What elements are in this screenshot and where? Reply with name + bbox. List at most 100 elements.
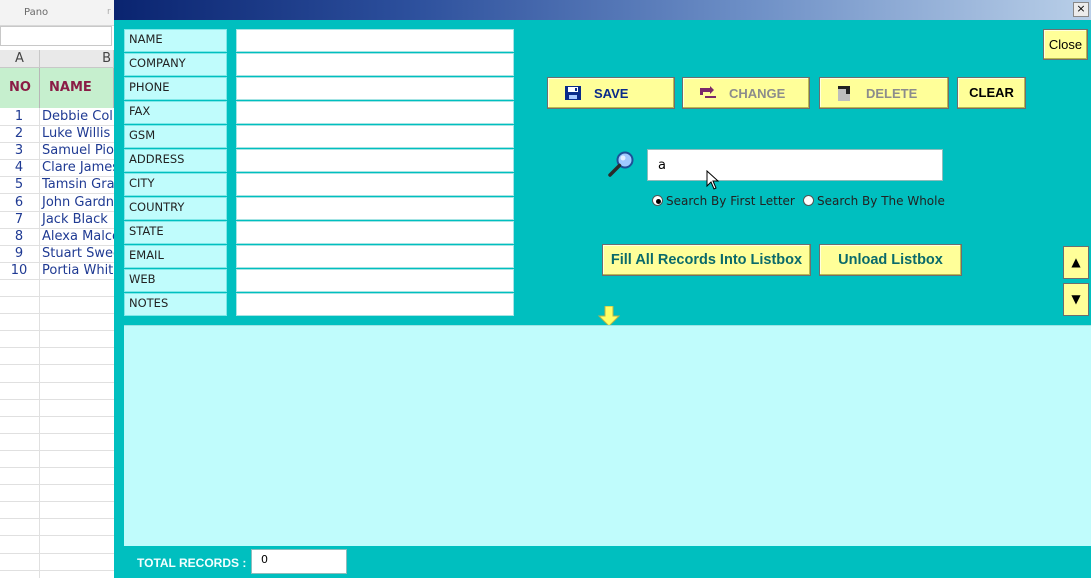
column-header-b[interactable]: B <box>40 50 114 68</box>
spin-down-button[interactable]: ▼ <box>1063 283 1089 316</box>
change-label: CHANGE <box>729 86 786 101</box>
down-arrow-icon <box>598 306 620 326</box>
excel-empty-row[interactable] <box>0 519 114 537</box>
excel-cell-no[interactable]: 7 <box>0 212 38 227</box>
excel-cell-name[interactable]: Samuel Pior <box>42 143 119 158</box>
radio-search-whole[interactable]: Search By The Whole <box>803 194 945 210</box>
excel-empty-row[interactable] <box>0 297 114 315</box>
search-input[interactable]: a <box>647 149 943 181</box>
radio-label-whole: Search By The Whole <box>817 194 945 208</box>
title-bar[interactable]: × <box>114 0 1091 20</box>
excel-row[interactable]: 4 Clare James <box>0 160 119 178</box>
ribbon-mark: r <box>107 7 111 17</box>
field-input-city[interactable] <box>236 173 514 196</box>
excel-cell-no[interactable]: 10 <box>0 263 38 278</box>
window-close-button[interactable]: × <box>1073 2 1089 17</box>
excel-empty-row[interactable] <box>0 485 114 503</box>
excel-row[interactable]: 10 Portia White <box>0 263 121 280</box>
excel-row[interactable]: 1 Debbie Colle <box>0 109 125 126</box>
excel-row[interactable]: 6 John Gardne <box>0 195 122 212</box>
excel-empty-row[interactable] <box>0 417 114 434</box>
field-input-web[interactable] <box>236 269 514 292</box>
magnifier-icon <box>608 151 634 177</box>
save-label: SAVE <box>594 86 629 101</box>
excel-cell-no[interactable]: 4 <box>0 160 38 175</box>
excel-row[interactable]: 5 Tamsin Grac <box>0 177 122 195</box>
excel-cell-name[interactable]: Tamsin Grac <box>42 177 122 192</box>
field-label-gsm: GSM <box>124 125 227 148</box>
field-label-country: COUNTRY <box>124 197 227 220</box>
excel-empty-row[interactable] <box>0 502 114 520</box>
field-input-state[interactable] <box>236 221 514 244</box>
radio-search-first-letter[interactable]: Search By First Letter <box>652 194 795 210</box>
field-input-gsm[interactable] <box>236 125 514 148</box>
field-input-name[interactable] <box>236 29 514 52</box>
save-button[interactable]: SAVE <box>547 77 675 109</box>
excel-sheet: Pano r A B NO NAME 1 Debbie Colle 2 Luke Wi… <box>0 0 125 578</box>
userform-window: × NAME COMPANY PHONE FAX GSM ADDRESS CITY COUNT… <box>114 0 1091 578</box>
excel-row[interactable]: 9 Stuart Swee <box>0 246 121 263</box>
excel-empty-row[interactable] <box>0 571 114 578</box>
excel-empty-row[interactable] <box>0 451 114 468</box>
excel-empty-row[interactable] <box>0 434 114 451</box>
change-button[interactable]: CHANGE <box>682 77 810 109</box>
header-cell-name[interactable]: NAME <box>40 68 114 108</box>
field-input-phone[interactable] <box>236 77 514 100</box>
excel-empty-row[interactable] <box>0 280 114 297</box>
total-records-label: TOTAL RECORDS : <box>137 556 247 570</box>
close-button[interactable]: Close <box>1043 29 1088 60</box>
excel-cell-no[interactable]: 5 <box>0 177 38 192</box>
floppy-icon <box>565 86 581 100</box>
excel-cell-name[interactable]: Jack Black <box>42 212 108 227</box>
excel-cell-no[interactable]: 3 <box>0 143 38 158</box>
field-input-fax[interactable] <box>236 101 514 124</box>
field-label-web: WEB <box>124 269 227 292</box>
field-label-state: STATE <box>124 221 227 244</box>
clear-button[interactable]: CLEAR <box>957 77 1026 109</box>
excel-empty-row[interactable] <box>0 331 114 349</box>
excel-empty-row[interactable] <box>0 366 114 383</box>
column-header-a[interactable]: A <box>0 50 40 68</box>
fill-listbox-button[interactable]: Fill All Records Into Listbox <box>602 244 811 276</box>
excel-empty-row[interactable] <box>0 348 114 366</box>
excel-cell-name[interactable]: John Gardne <box>42 195 122 210</box>
excel-empty-row[interactable] <box>0 400 114 417</box>
excel-cell-no[interactable]: 9 <box>0 246 38 261</box>
excel-cell-name[interactable]: Clare James <box>42 160 119 175</box>
records-listbox[interactable] <box>124 325 1091 546</box>
excel-row[interactable]: 8 Alexa Malco <box>0 229 120 246</box>
field-input-email[interactable] <box>236 245 514 268</box>
excel-cell-no[interactable]: 6 <box>0 195 38 210</box>
excel-cell-name[interactable]: Stuart Swee <box>42 246 121 261</box>
spin-up-button[interactable]: ▲ <box>1063 246 1089 279</box>
field-label-address: ADDRESS <box>124 149 227 172</box>
excel-cell-no[interactable]: 1 <box>0 109 38 124</box>
excel-empty-row[interactable] <box>0 537 114 554</box>
field-input-country[interactable] <box>236 197 514 220</box>
excel-cell-name[interactable]: Alexa Malco <box>42 229 120 244</box>
excel-cell-name[interactable]: Portia White <box>42 263 121 278</box>
field-input-notes[interactable] <box>236 293 514 316</box>
field-label-company: COMPANY <box>124 53 227 76</box>
excel-empty-row[interactable] <box>0 314 114 332</box>
excel-empty-row[interactable] <box>0 468 114 486</box>
field-input-address[interactable] <box>236 149 514 172</box>
excel-cell-name[interactable]: Debbie Colle <box>42 109 125 124</box>
trash-icon <box>838 86 850 101</box>
unload-listbox-button[interactable]: Unload Listbox <box>819 244 962 276</box>
field-input-company[interactable] <box>236 53 514 76</box>
total-records-value: 0 <box>251 549 347 574</box>
excel-cell-name[interactable]: Luke Willis <box>42 126 110 141</box>
excel-cell-no[interactable]: 8 <box>0 229 38 244</box>
excel-empty-row[interactable] <box>0 383 114 400</box>
delete-button[interactable]: DELETE <box>819 77 949 109</box>
field-label-notes: NOTES <box>124 293 227 316</box>
excel-row[interactable]: 7 Jack Black <box>0 212 114 229</box>
formula-bar[interactable] <box>0 26 112 46</box>
header-cell-no[interactable]: NO <box>0 68 40 108</box>
excel-row[interactable]: 2 Luke Willis <box>0 126 114 144</box>
excel-row[interactable]: 3 Samuel Pior <box>0 143 119 161</box>
field-label-phone: PHONE <box>124 77 227 100</box>
excel-empty-row[interactable] <box>0 554 114 571</box>
excel-cell-no[interactable]: 2 <box>0 126 38 141</box>
